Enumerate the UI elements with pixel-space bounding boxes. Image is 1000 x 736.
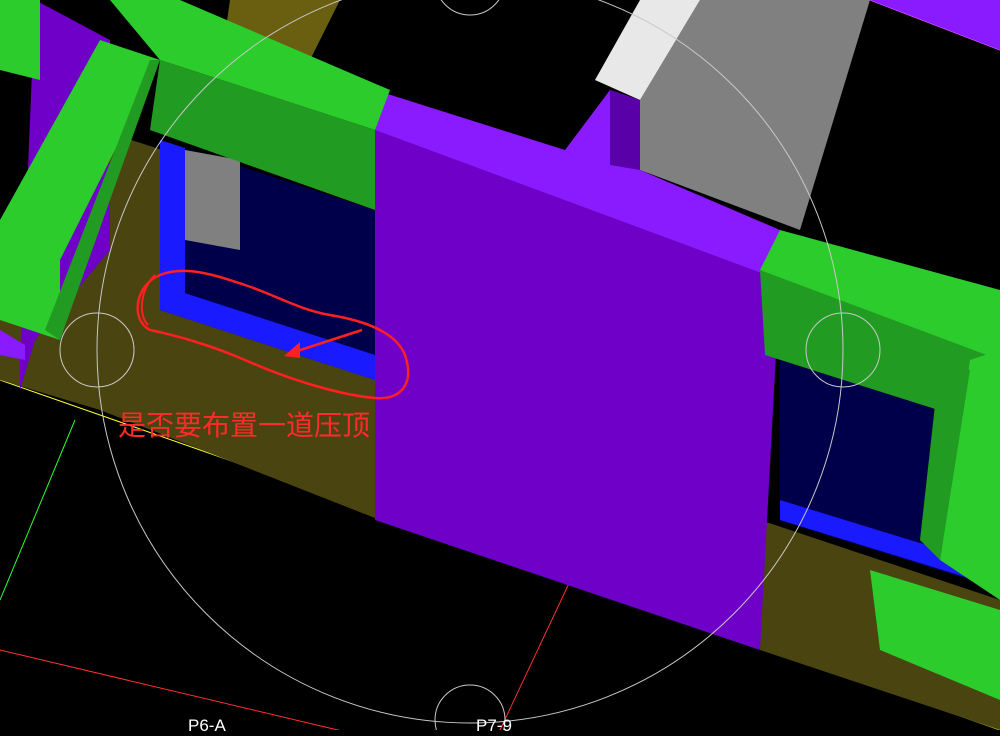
- wall-top-side: [610, 90, 640, 170]
- window-left-frame: [160, 140, 185, 310]
- axis-line-green: [0, 419, 76, 601]
- wall-top-right: [870, 0, 1000, 50]
- beam-corner: [0, 0, 40, 80]
- annotation-text: 是否要布置一道压顶: [118, 409, 371, 442]
- 3d-model-viewport[interactable]: 是否要布置一道压顶 P6-A P7-9: [0, 0, 1000, 735]
- axis-line-red-2: [499, 559, 581, 730]
- axis-label-p6a: P6-A: [188, 716, 226, 735]
- window-left-column-view: [185, 150, 240, 250]
- model-scene: [0, 0, 1000, 730]
- axis-label-p79: P7-9: [476, 716, 512, 735]
- orbit-handle-top-icon[interactable]: [435, 0, 505, 16]
